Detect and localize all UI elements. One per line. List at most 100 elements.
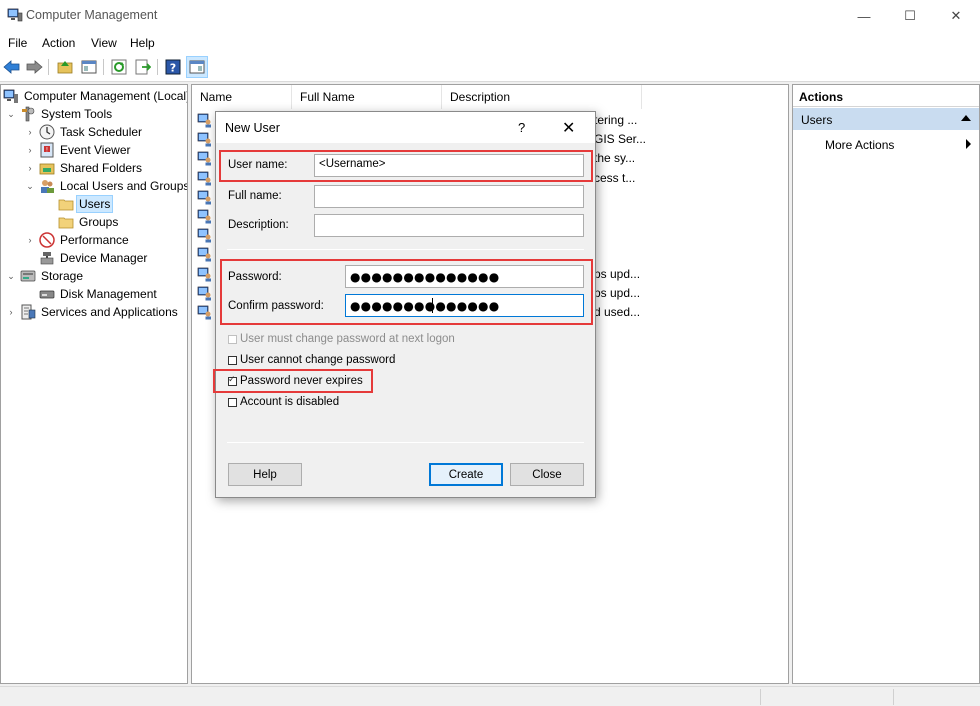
services-icon	[21, 304, 36, 320]
export-list-button[interactable]	[133, 57, 153, 77]
chevron-right-icon[interactable]: ›	[6, 307, 16, 317]
chevron-down-icon[interactable]: ⌄	[6, 109, 16, 120]
tree-item-device-manager[interactable]: Device Manager	[39, 249, 149, 267]
user-account-icon	[197, 152, 211, 166]
tools-icon	[22, 106, 35, 122]
row-description: d used...	[594, 305, 641, 319]
user-account-icon	[197, 132, 211, 147]
close-button[interactable]: Close	[510, 463, 584, 486]
console-tree: Computer Management (Local) ⌄ System Too…	[0, 84, 188, 684]
folder-up-icon	[57, 61, 73, 74]
row-description: ps upd...	[594, 266, 641, 281]
chevron-right-icon[interactable]: ›	[25, 163, 35, 173]
row-description: cess t...	[594, 170, 636, 185]
tree-item-computer-management[interactable]: Computer Management (Local)	[3, 87, 187, 105]
row-description: the sy...	[594, 151, 636, 166]
user-account-icon	[197, 305, 211, 320]
menu-file[interactable]: File	[8, 36, 27, 50]
row-description: GIS Ser...	[594, 132, 647, 147]
actions-section-users[interactable]: Users	[793, 108, 979, 130]
tree-item-local-users-and-groups[interactable]: ⌄ Local Users and Groups	[25, 177, 187, 195]
show-hide-action-pane-button[interactable]	[186, 56, 208, 78]
tree-item-services-and-applications[interactable]: › Services and Applications	[6, 303, 180, 321]
column-header-description[interactable]: Description	[442, 85, 642, 109]
console-tree-icon	[81, 60, 97, 74]
user-account-icon	[197, 286, 211, 301]
must-change-password-checkbox[interactable]: User must change password at next logon	[228, 333, 455, 345]
storage-icon	[20, 270, 36, 282]
user-account-icon	[197, 209, 211, 224]
user-account-icon	[197, 228, 211, 243]
chevron-right-icon[interactable]: ›	[25, 235, 35, 245]
up-one-level-button[interactable]	[55, 57, 75, 77]
menu-bar: File Action View Help	[0, 32, 980, 54]
tree-item-system-tools[interactable]: ⌄ System Tools	[6, 105, 114, 123]
cannot-change-password-checkbox[interactable]: User cannot change password	[228, 354, 395, 366]
tree-item-performance[interactable]: › Performance	[25, 231, 131, 249]
tree-item-disk-management[interactable]: Disk Management	[39, 285, 159, 303]
back-button[interactable]	[2, 57, 22, 77]
chevron-down-icon[interactable]: ⌄	[6, 271, 16, 282]
description-field[interactable]	[314, 214, 584, 237]
column-header-name[interactable]: Name	[192, 85, 292, 109]
status-divider	[893, 689, 894, 705]
svg-text:!: !	[46, 147, 48, 154]
menu-help[interactable]: Help	[130, 36, 155, 50]
dialog-help-icon[interactable]: ?	[518, 120, 525, 135]
performance-icon	[39, 232, 55, 248]
show-hide-console-tree-button[interactable]	[79, 57, 99, 77]
row-description: ps upd...	[594, 285, 641, 300]
fullname-field[interactable]	[314, 185, 584, 208]
folder-icon	[58, 217, 74, 229]
close-window-button[interactable]: ✕	[933, 0, 979, 32]
tree-item-event-viewer[interactable]: › ! Event Viewer	[25, 141, 132, 159]
dialog-close-icon[interactable]: ✕	[562, 118, 575, 138]
status-divider	[760, 689, 761, 705]
tree-item-shared-folders[interactable]: › Shared Folders	[25, 159, 144, 177]
tree-item-groups[interactable]: Groups	[58, 213, 120, 231]
forward-button[interactable]	[24, 57, 44, 77]
user-account-icon	[197, 171, 211, 186]
clock-icon	[39, 124, 55, 140]
column-header-full-name[interactable]: Full Name	[292, 85, 442, 109]
collapse-up-icon[interactable]	[961, 115, 971, 121]
actions-header: Actions	[793, 85, 979, 107]
highlight-never-expires	[213, 369, 373, 393]
fullname-label: Full name:	[228, 190, 282, 202]
more-actions-link[interactable]: More Actions	[825, 138, 894, 152]
export-list-icon	[135, 59, 151, 75]
menu-view[interactable]: View	[91, 36, 117, 50]
tree-item-task-scheduler[interactable]: › Task Scheduler	[25, 123, 144, 141]
maximize-button[interactable]: ☐	[887, 0, 933, 32]
checkbox-box	[228, 397, 237, 407]
menu-action[interactable]: Action	[42, 36, 75, 50]
user-account-icon	[197, 267, 211, 282]
help-button[interactable]: Help	[228, 463, 302, 486]
chevron-right-icon[interactable]: ›	[25, 127, 35, 137]
computer-management-icon	[3, 89, 18, 103]
user-account-icon	[197, 113, 211, 128]
account-disabled-checkbox[interactable]: Account is disabled	[228, 396, 339, 408]
row-description: tering ...	[594, 113, 638, 127]
description-label: Description:	[228, 219, 289, 231]
disk-icon	[39, 290, 55, 299]
help-toolbar-button[interactable]: ?	[163, 57, 183, 77]
highlight-username	[219, 150, 593, 182]
refresh-button[interactable]	[109, 57, 129, 77]
toolbar-separator	[48, 59, 49, 75]
user-account-icon	[197, 190, 211, 205]
chevron-down-icon[interactable]: ⌄	[25, 181, 35, 192]
device-manager-icon	[40, 252, 54, 265]
highlight-passwords	[220, 259, 593, 325]
create-button[interactable]: Create	[429, 463, 503, 486]
chevron-right-icon[interactable]: ›	[25, 145, 35, 155]
tree-item-storage[interactable]: ⌄ Storage	[6, 267, 85, 285]
computer-management-icon	[7, 8, 23, 22]
minimize-button[interactable]: —	[841, 0, 887, 32]
checkbox-box	[228, 334, 237, 344]
dialog-title-bar: New User ? ✕	[216, 112, 595, 143]
user-account-icon	[197, 248, 211, 262]
dialog-title: New User	[225, 121, 280, 135]
action-pane-icon	[189, 60, 205, 74]
tree-item-users[interactable]: Users	[58, 195, 114, 213]
